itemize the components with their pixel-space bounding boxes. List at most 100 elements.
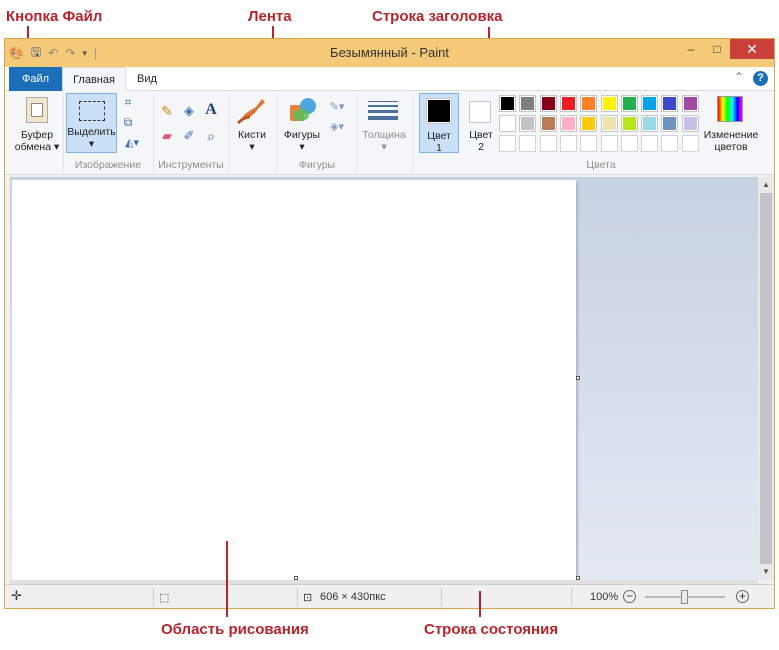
pencil-icon[interactable]: ✎ [159, 103, 175, 119]
palette-color-swatch[interactable] [499, 115, 516, 132]
palette-color-swatch[interactable] [620, 115, 638, 132]
size-label: Толщина [362, 129, 406, 141]
palette-color-swatch[interactable] [681, 95, 699, 112]
palette-color-swatch[interactable] [641, 115, 659, 132]
palette-color-swatch[interactable] [641, 95, 659, 112]
palette-color-swatch[interactable] [539, 135, 557, 152]
rotate-icon[interactable]: ◭▾ [121, 135, 143, 149]
selection-size-icon: ⬚ [159, 592, 170, 604]
palette-color-swatch[interactable] [499, 135, 516, 152]
fill-bucket-icon[interactable]: ◈ [181, 103, 197, 119]
crop-icon[interactable]: ⌗ [121, 95, 135, 109]
color1-label-1: Цвет [427, 130, 451, 142]
annotation-status-line [479, 591, 481, 617]
color2-swatch [469, 101, 491, 123]
paint-window: 🎨 🖫 ↶ ↷ ▾ | Безымянный - Paint ‒ □ ✕ Фай… [4, 38, 775, 609]
drawing-canvas[interactable] [12, 180, 576, 580]
close-button[interactable]: ✕ [730, 39, 774, 59]
minimize-button[interactable]: ‒ [678, 39, 704, 59]
canvas-workspace [10, 177, 758, 580]
eraser-icon[interactable]: ▰ [159, 128, 175, 144]
palette-color-swatch[interactable] [661, 135, 679, 152]
color2-button[interactable]: Цвет 2 [461, 93, 501, 153]
color1-button[interactable]: Цвет 1 [419, 93, 459, 154]
status-bar: ✛ ⬚ ⊡ 606 × 430пкс 100% − + [5, 584, 774, 608]
palette-color-swatch[interactable] [559, 95, 577, 112]
palette-color-swatch[interactable] [661, 95, 679, 112]
color2-label-2: 2 [478, 141, 484, 153]
edit-colors-label-2: цветов [714, 141, 748, 153]
palette-color-swatch[interactable] [499, 95, 516, 112]
tab-home[interactable]: Главная [62, 67, 126, 92]
resize-handle-right[interactable] [576, 376, 580, 380]
text-tool-icon[interactable]: A [203, 101, 219, 119]
help-icon[interactable]: ? [753, 71, 768, 86]
outline-icon[interactable]: ✎▾ [325, 99, 349, 113]
palette-color-swatch[interactable] [641, 135, 659, 152]
scroll-thumb[interactable] [760, 193, 772, 564]
tab-file[interactable]: Файл [9, 67, 62, 91]
colors-group-label: Цвета [586, 159, 616, 171]
maximize-button[interactable]: □ [704, 39, 730, 59]
color2-label-1: Цвет [469, 129, 493, 141]
annotation-ribbon: Лента [248, 8, 292, 25]
magnifier-icon[interactable]: ⌕ [203, 128, 219, 144]
palette-color-swatch[interactable] [580, 95, 598, 112]
title-bar: 🎨 🖫 ↶ ↷ ▾ | Безымянный - Paint ‒ □ ✕ [5, 39, 774, 67]
palette-color-swatch[interactable] [539, 95, 557, 112]
zoom-level: 100% [590, 591, 619, 603]
palette-color-swatch[interactable] [519, 135, 537, 152]
window-title: Безымянный - Paint [330, 45, 449, 60]
edit-colors-button[interactable]: Изменение цветов [701, 129, 761, 153]
tools-group-label: Инструменты [158, 159, 224, 171]
palette-color-swatch[interactable] [620, 95, 638, 112]
zoom-out-icon[interactable]: − [623, 590, 636, 603]
clipboard-button[interactable]: Буфер обмена ▾ [9, 129, 65, 153]
clipboard-label-1: Буфер [20, 129, 54, 141]
palette-color-swatch[interactable] [600, 135, 618, 152]
palette-color-swatch[interactable] [519, 95, 537, 112]
palette-color-swatch[interactable] [559, 135, 577, 152]
fill-icon[interactable]: ◈▾ [325, 119, 349, 133]
palette-color-swatch[interactable] [681, 115, 699, 132]
tab-view[interactable]: Вид [127, 67, 167, 91]
zoom-in-icon[interactable]: + [736, 590, 749, 603]
palette-color-swatch[interactable] [519, 115, 537, 132]
clipboard-label-2: обмена [14, 141, 52, 153]
palette-color-swatch[interactable] [600, 95, 618, 112]
select-label: Выделить [67, 126, 116, 138]
scroll-down-icon[interactable]: ▼ [758, 564, 774, 580]
palette-color-swatch[interactable] [559, 115, 577, 132]
minimize-ribbon-icon[interactable]: ⌃ [734, 70, 744, 84]
resize-icon[interactable]: ⧉ [121, 115, 135, 129]
annotation-drawing-line [226, 541, 228, 617]
size-button[interactable]: Толщина ▾ [359, 129, 409, 153]
annotation-file-button: Кнопка Файл [6, 8, 103, 25]
select-button[interactable]: Выделить ▾ [66, 93, 117, 153]
palette-color-swatch[interactable] [539, 115, 557, 132]
color-picker-icon[interactable]: ✐ [181, 128, 197, 144]
palette-color-swatch[interactable] [661, 115, 679, 132]
scroll-up-icon[interactable]: ▲ [758, 177, 774, 193]
palette-color-swatch[interactable] [600, 115, 618, 132]
clipboard-icon[interactable] [26, 97, 48, 123]
canvas-size: 606 × 430пкс [320, 591, 386, 603]
ribbon-tabs: Файл Главная Вид ⌃ ? [5, 67, 774, 92]
shapes-icon[interactable] [287, 95, 317, 125]
brushes-label: Кисти [238, 129, 266, 141]
zoom-slider-thumb[interactable] [681, 590, 688, 604]
annotation-drawing-area: Область рисования [161, 621, 309, 638]
edit-colors-icon[interactable] [717, 96, 743, 122]
size-icon[interactable] [367, 99, 399, 121]
brushes-button[interactable]: Кисти ▾ [231, 129, 273, 153]
image-group-label: Изображение [74, 159, 142, 171]
palette-color-swatch[interactable] [580, 115, 598, 132]
canvas-size-icon: ⊡ [303, 592, 313, 604]
vertical-scrollbar[interactable]: ▲ ▼ [758, 177, 774, 580]
palette-color-swatch[interactable] [620, 135, 638, 152]
palette-color-swatch[interactable] [681, 135, 699, 152]
brushes-icon[interactable] [236, 95, 268, 125]
shapes-button[interactable]: Фигуры ▾ [279, 129, 325, 153]
cursor-position-icon: ✛ [11, 588, 22, 603]
palette-color-swatch[interactable] [580, 135, 598, 152]
